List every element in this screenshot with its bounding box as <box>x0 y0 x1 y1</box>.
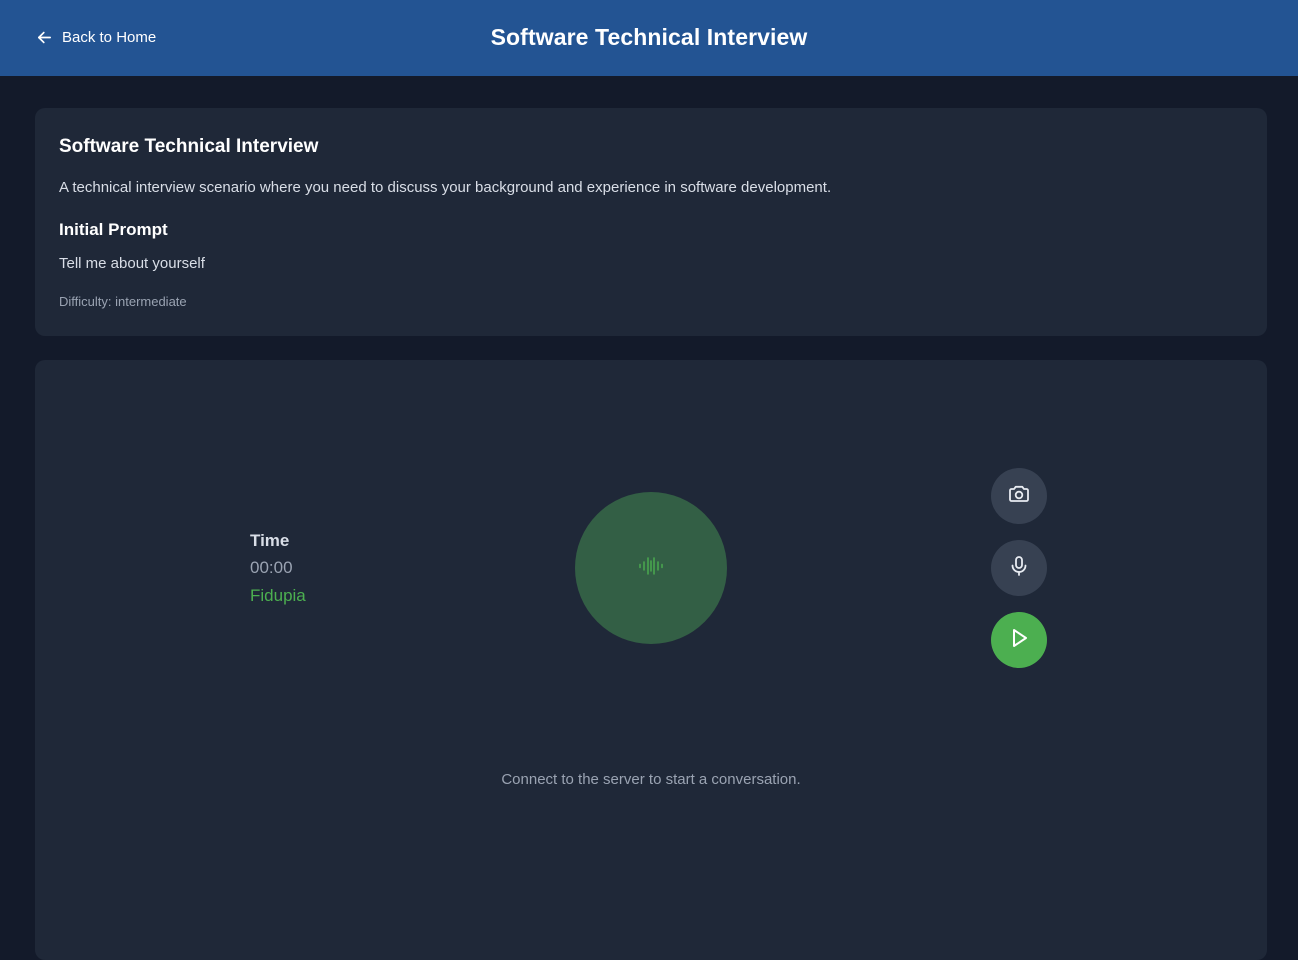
connection-status-message: Connect to the server to start a convers… <box>501 771 801 788</box>
initial-prompt-heading: Initial Prompt <box>59 220 168 239</box>
page-title: Software Technical Interview <box>490 24 808 50</box>
audio-visualizer <box>575 492 727 644</box>
initial-prompt-text: Tell me about yourself <box>59 255 205 272</box>
microphone-icon <box>1007 554 1031 583</box>
agent-name: Fidupia <box>250 586 306 605</box>
play-icon <box>1007 626 1031 655</box>
timer-label: Time <box>250 531 290 550</box>
session-timer: Time 00:00 Fidupia <box>250 528 306 610</box>
audio-wave-icon <box>638 555 664 582</box>
top-header: Back to Home Software Technical Intervie… <box>0 0 1298 76</box>
scenario-title: Software Technical Interview <box>59 136 319 157</box>
difficulty-label: Difficulty: intermediate <box>59 294 187 309</box>
start-conversation-button[interactable] <box>991 612 1047 668</box>
conversation-session-card: Time 00:00 Fidupia Connect to the server… <box>35 360 1267 960</box>
camera-button[interactable] <box>991 468 1047 524</box>
camera-icon <box>1007 482 1031 511</box>
timer-value: 00:00 <box>250 558 293 577</box>
microphone-button[interactable] <box>991 540 1047 596</box>
scenario-description: A technical interview scenario where you… <box>59 179 832 196</box>
